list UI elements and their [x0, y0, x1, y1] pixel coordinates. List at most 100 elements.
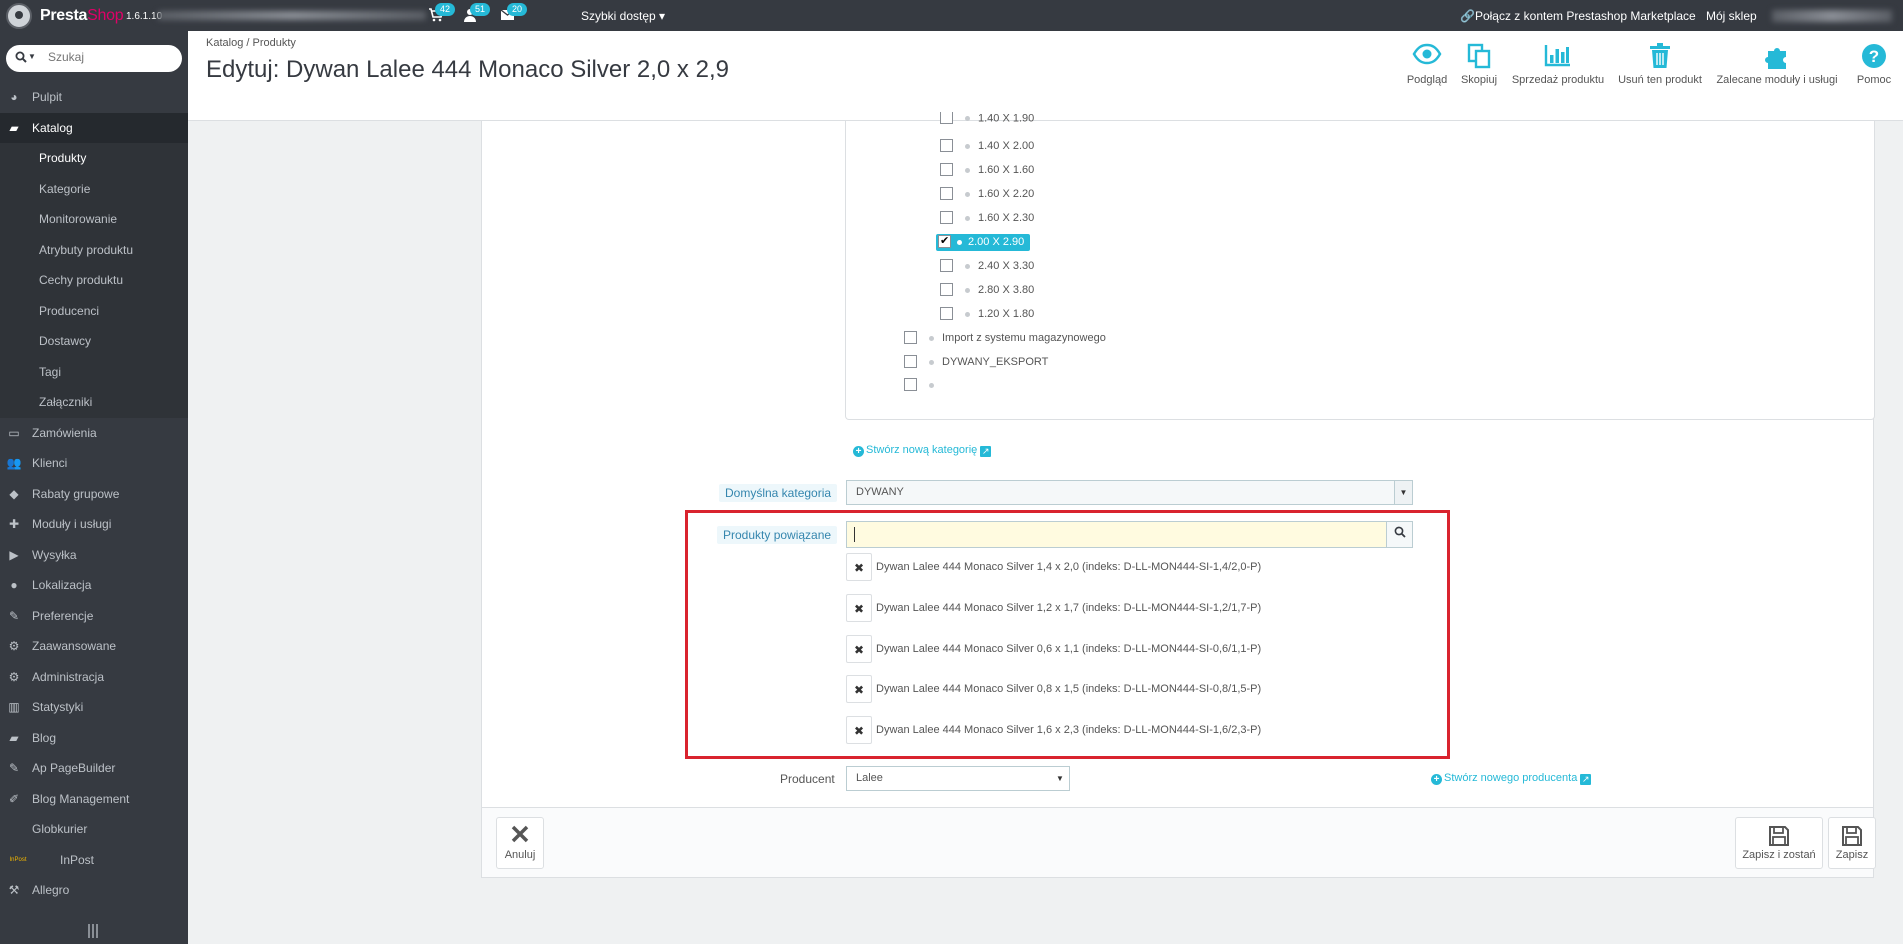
- sidebar-item-lokalizacja[interactable]: ● Lokalizacja: [0, 570, 188, 601]
- category-checkbox[interactable]: [940, 186, 953, 200]
- sidebar-collapse-handle[interactable]: [88, 924, 98, 938]
- sidebar-subitem-tagi[interactable]: Tagi: [0, 356, 188, 387]
- remove-related-button[interactable]: ✖: [846, 716, 872, 745]
- sidebar-item-moduly[interactable]: ✚ Moduły i usługi: [0, 509, 188, 540]
- save-icon: [1829, 825, 1875, 847]
- category-checkbox[interactable]: [940, 162, 953, 176]
- tree-item-label: 1.20 X 1.80: [978, 308, 1035, 320]
- preview-button[interactable]: Podgląd: [1402, 43, 1452, 86]
- prestashop-logo-icon[interactable]: [6, 3, 32, 29]
- related-search-button[interactable]: [1386, 521, 1413, 548]
- select-value: Lalee: [856, 772, 883, 784]
- form-footer: Anuluj Zapisz i zostań Zapisz: [482, 807, 1876, 877]
- create-category-link[interactable]: + Stwórz nową kategorię ↗: [853, 444, 992, 457]
- related-product-name: Dywan Lalee 444 Monaco Silver 1,2 x 1,7 …: [876, 602, 1262, 614]
- save-and-stay-button[interactable]: Zapisz i zostań: [1735, 817, 1823, 869]
- marketplace-connect-link[interactable]: 🔗Połącz z kontem Prestashop Marketplace: [1460, 9, 1696, 23]
- sidebar-item-statystyki[interactable]: ▥ Statystyki: [0, 692, 188, 723]
- search-input[interactable]: [48, 50, 168, 64]
- svg-text:?: ?: [1869, 47, 1879, 66]
- duplicate-button[interactable]: Skopiuj: [1456, 43, 1502, 86]
- tree-item-label: 1.60 X 2.20: [978, 188, 1035, 200]
- remove-related-button[interactable]: ✖: [846, 594, 872, 623]
- save-icon: [1736, 825, 1822, 847]
- category-checkbox[interactable]: [940, 210, 953, 224]
- sidebar-item-ap-pagebuilder[interactable]: ✎ Ap PageBuilder: [0, 753, 188, 784]
- tree-item[interactable]: [904, 375, 942, 395]
- sidebar-subitem-produkty[interactable]: Produkty: [0, 143, 188, 174]
- chevron-down-icon[interactable]: ▼: [28, 52, 36, 61]
- search-icon[interactable]: [15, 51, 27, 66]
- product-sales-button[interactable]: Sprzedaż produktu: [1508, 43, 1608, 86]
- remove-related-button[interactable]: ✖: [846, 553, 872, 582]
- category-checkbox[interactable]: [904, 330, 917, 344]
- tree-item[interactable]: 2.80 X 3.80: [940, 280, 1034, 300]
- sidebar-subitem-dostawcy[interactable]: Dostawcy: [0, 326, 188, 357]
- producer-select[interactable]: Lalee ▼: [846, 766, 1070, 791]
- tree-item[interactable]: 1.20 X 1.80: [940, 304, 1034, 324]
- sidebar-item-rabaty[interactable]: ◆ Rabaty grupowe: [0, 479, 188, 510]
- remove-related-button[interactable]: ✖: [846, 635, 872, 664]
- logo-text[interactable]: PrestaShop: [40, 7, 124, 25]
- tree-item[interactable]: 1.60 X 1.60: [940, 160, 1034, 180]
- sidebar-subitem-monitorowanie[interactable]: Monitorowanie: [0, 204, 188, 235]
- category-checkbox[interactable]: [940, 112, 953, 124]
- chevron-down-icon[interactable]: ▼: [1394, 481, 1412, 504]
- sidebar-item-allegro[interactable]: ⚒ Allegro: [0, 875, 188, 906]
- category-checkbox[interactable]: [940, 282, 953, 296]
- breadcrumb[interactable]: Katalog / Produkty: [206, 37, 296, 49]
- sidebar-item-zaawansowane[interactable]: ⚙ Zaawansowane: [0, 631, 188, 662]
- category-checkbox[interactable]: [940, 138, 953, 152]
- chevron-down-icon[interactable]: ▼: [1051, 767, 1069, 790]
- tree-item[interactable]: 1.60 X 2.30: [940, 208, 1034, 228]
- save-button[interactable]: Zapisz: [1828, 817, 1876, 869]
- sidebar-subitem-atrybuty[interactable]: Atrybuty produktu: [0, 234, 188, 265]
- tree-bullet: [965, 215, 970, 221]
- gavel-icon: ⚒: [8, 883, 20, 897]
- tree-item-label: 1.60 X 2.30: [978, 212, 1035, 224]
- tree-item[interactable]: 1.40 X 2.00: [940, 136, 1034, 156]
- category-checkbox-checked[interactable]: [938, 233, 951, 250]
- tree-item[interactable]: 2.40 X 3.30: [940, 256, 1034, 276]
- tree-item[interactable]: 1.40 X 1.90: [940, 112, 1034, 124]
- sidebar-item-wysylka[interactable]: ▶ Wysyłka: [0, 540, 188, 571]
- sidebar-item-zamowienia[interactable]: ▭ Zamówienia: [0, 418, 188, 449]
- sidebar-item-klienci[interactable]: 👥 Klienci: [0, 448, 188, 479]
- related-product-item: ✖ Dywan Lalee 444 Monaco Silver 1,2 x 1,7…: [846, 593, 1261, 623]
- tree-item-label: 2.80 X 3.80: [978, 284, 1035, 296]
- category-checkbox[interactable]: [904, 354, 917, 368]
- tree-item[interactable]: 1.60 X 2.20: [940, 184, 1034, 204]
- sidebar-subitem-producenci[interactable]: Producenci: [0, 295, 188, 326]
- recommended-modules-button[interactable]: Zalecane moduły i usługi: [1712, 43, 1842, 86]
- sidebar-item-pulpit[interactable]: ◕ Pulpit: [0, 82, 188, 113]
- category-checkbox[interactable]: [940, 306, 953, 320]
- sidebar-item-administracja[interactable]: ⚙ Administracja: [0, 662, 188, 693]
- tree-item[interactable]: DYWANY_EKSPORT: [904, 352, 1048, 372]
- sidebar-subitem-cechy[interactable]: Cechy produktu: [0, 265, 188, 296]
- book-icon: ▰: [9, 730, 19, 745]
- cancel-button[interactable]: Anuluj: [496, 817, 544, 869]
- category-checkbox[interactable]: [904, 377, 917, 391]
- sidebar-subitem-zalaczniki[interactable]: Załączniki: [0, 387, 188, 418]
- tree-item[interactable]: Import z systemu magazynowego: [904, 328, 1106, 348]
- create-producer-link[interactable]: + Stwórz nowego producenta ↗: [1431, 772, 1592, 785]
- sidebar-search[interactable]: ▼: [6, 45, 182, 72]
- tree-bullet: [965, 311, 970, 317]
- sidebar-item-katalog[interactable]: ▰ Katalog: [0, 112, 188, 143]
- category-checkbox[interactable]: [940, 258, 953, 272]
- sidebar-item-blog[interactable]: ▰ Blog: [0, 723, 188, 754]
- quick-access-dropdown[interactable]: Szybki dostęp ▾: [581, 9, 665, 23]
- help-button[interactable]: ? Pomoc: [1854, 43, 1894, 86]
- sidebar-item-preferencje[interactable]: ✎ Preferencje: [0, 601, 188, 632]
- sidebar-subitem-kategorie[interactable]: Kategorie: [0, 173, 188, 204]
- delete-product-button[interactable]: Usuń ten produkt: [1614, 43, 1706, 86]
- remove-related-button[interactable]: ✖: [846, 675, 872, 704]
- default-category-select[interactable]: DYWANY ▼: [846, 480, 1413, 505]
- my-shop-link[interactable]: Mój sklep: [1706, 9, 1757, 23]
- trash-icon: [1614, 43, 1706, 69]
- sidebar-item-globkurier[interactable]: Globkurier: [0, 814, 188, 845]
- sidebar-item-blog-management[interactable]: ✐ Blog Management: [0, 784, 188, 815]
- tree-item-selected[interactable]: 2.00 X 2.90: [936, 232, 1031, 252]
- related-products-input[interactable]: [846, 521, 1387, 548]
- sidebar-item-inpost[interactable]: InPost InPost: [0, 845, 188, 876]
